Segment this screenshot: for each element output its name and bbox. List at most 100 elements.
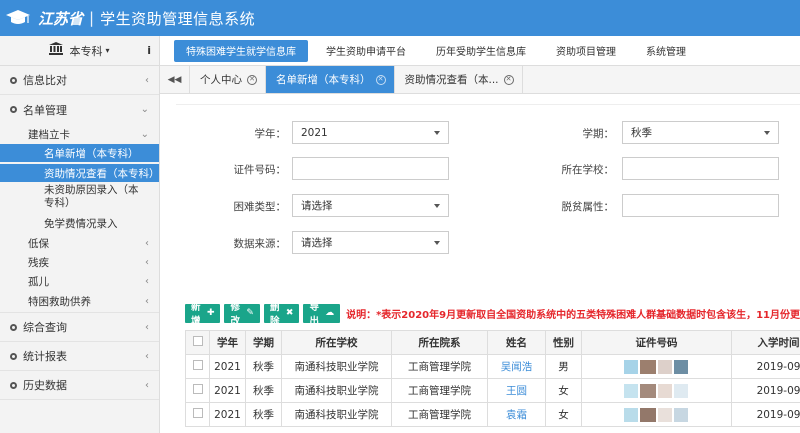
tab-view-aid[interactable]: 资助情况查看（本... ✕ [395,66,523,93]
id-number-input[interactable] [292,157,449,180]
redacted-block [639,407,656,422]
chevron-left-icon: ‹ [145,276,149,287]
cell-name-link[interactable]: 袁霜 [487,402,546,427]
table-toolbar: 新增 ✚ 修改 ✎ 删除 ✖ 导出 ☁ 说明：*表示2020年9月更新取自全国资… [185,302,800,327]
sidebar-subitem-orphan[interactable]: 孤儿 ‹ [0,272,159,291]
plus-icon: ✚ [206,308,215,318]
sidebar-subitem-low-income[interactable]: 低保 ‹ [0,234,159,253]
nav-aid-projects[interactable]: 资助项目管理 [544,40,628,62]
cell-dept: 工商管理学院 [391,378,488,403]
select-all-checkbox[interactable] [192,336,203,346]
poverty-attr-input[interactable] [622,194,779,217]
col-term[interactable]: 学期 [245,330,282,355]
nav-aid-application[interactable]: 学生资助申请平台 [314,40,418,62]
year-label: 学年： [254,128,287,140]
cell-name-link[interactable]: 吴闻浩 [487,354,546,379]
tab-label: 个人中心 [200,74,242,86]
cell-term: 秋季 [245,354,282,379]
chevron-down-icon: ⌄ [140,104,149,115]
cell-year: 2021 [209,378,246,403]
close-icon[interactable]: ✕ [247,74,257,85]
sidebar-item-history[interactable]: 历史数据 ‹ [0,371,159,400]
table-row[interactable]: 2021 秋季 南通科技职业学院 工商管理学院 袁霜 女 2019-09 [185,402,800,427]
add-button[interactable]: 新增 ✚ [185,302,221,327]
nav-system-management[interactable]: 系统管理 [634,40,698,62]
row-checkbox[interactable] [192,384,203,394]
nav-history-aided[interactable]: 历年受助学生信息库 [424,40,538,62]
row-select-cell[interactable] [185,402,210,427]
col-gender[interactable]: 性别 [545,330,582,355]
row-checkbox[interactable] [192,360,203,370]
circle-icon [10,106,17,113]
sidebar-item-label: 信息比对 [23,74,67,87]
redacted-block [673,383,688,398]
redacted-block [639,383,656,398]
export-button-label: 导出 [309,302,319,327]
header-divider: | [89,9,95,27]
sidebar-item-reports[interactable]: 统计报表 ‹ [0,342,159,371]
close-icon[interactable]: ✕ [375,74,386,85]
close-icon[interactable]: ✕ [503,74,514,85]
row-select-cell[interactable] [185,354,210,379]
select-all-cell[interactable] [185,330,210,355]
col-name[interactable]: 姓名 [487,330,546,355]
col-school[interactable]: 所在学校 [281,330,392,355]
term-select-value: 秋季 [631,127,652,139]
double-chevron-left-icon[interactable]: ◀◀ [160,66,190,93]
chevron-down-icon: ⌄ [140,128,149,140]
sidebar-subitem-special-relief[interactable]: 特困救助供养 ‹ [0,291,159,313]
info-icon[interactable]: i [147,44,151,57]
search-form: 学年： 2021 学期： 秋季 证件号码： 所在学校： 困难类型： 请选择 脱贫… [176,104,800,294]
table-row[interactable]: 2021 秋季 南通科技职业学院 工商管理学院 吴闻浩 男 2019-09 [185,354,800,379]
id-number-label: 证件号码： [233,164,287,176]
cell-year: 2021 [209,402,246,427]
caret-down-icon [764,131,770,135]
term-label: 学期： [582,128,615,140]
tab-add-list[interactable]: 名单新增（本专科） ✕ [266,66,395,93]
tab-bar: ◀◀ 个人中心 ✕ 名单新增（本专科） ✕ 资助情况查看（本... ✕ [160,66,800,94]
sidebar-item-query[interactable]: 综合查询 ‹ [0,313,159,342]
sidebar-subitem-disability[interactable]: 残疾 ‹ [0,253,159,272]
tab-label: 资助情况查看（本... [404,74,499,86]
hardship-type-select[interactable]: 请选择 [292,194,449,217]
level-selector[interactable]: 本专科 ▾ i [0,36,159,66]
col-dept[interactable]: 所在院系 [391,330,488,355]
chevron-left-icon: ‹ [145,350,149,362]
sidebar-subitem-archive[interactable]: 建档立卡 ⌄ [0,124,159,144]
col-id-number[interactable]: 证件号码 [581,330,732,355]
cell-school: 南通科技职业学院 [281,354,392,379]
redacted-block [657,383,672,398]
year-select[interactable]: 2021 [292,121,449,144]
sidebar-item-label: 历史数据 [23,379,67,392]
data-source-label: 数据来源： [233,238,287,250]
cell-name-link[interactable]: 王圆 [487,378,546,403]
circle-icon [10,76,17,84]
row-checkbox[interactable] [192,408,203,418]
graduation-cap-icon [0,0,36,36]
row-select-cell[interactable] [185,378,210,403]
sidebar-item-compare[interactable]: 信息比对 ‹ [0,66,159,95]
nav-special-students[interactable]: 特殊困难学生就学信息库 [174,39,308,62]
delete-button[interactable]: 删除 ✖ [263,302,300,327]
term-select[interactable]: 秋季 [622,121,779,144]
level-selector-label: 本专科 [69,44,103,58]
tab-personal-center[interactable]: 个人中心 ✕ [190,66,266,93]
sidebar-leaf-tuition-waiver[interactable]: 免学费情况录入 [0,212,159,234]
cell-enroll: 2019-09 [731,354,800,379]
col-year[interactable]: 学年 [209,330,246,355]
edit-button[interactable]: 修改 ✎ [224,302,260,327]
data-source-select[interactable]: 请选择 [292,231,449,254]
export-button[interactable]: 导出 ☁ [303,302,341,327]
chevron-left-icon: ‹ [145,379,149,391]
poverty-attr-label: 脱贫属性： [561,201,615,213]
school-input[interactable] [622,157,779,180]
redacted-block [657,407,672,422]
table-row[interactable]: 2021 秋季 南通科技职业学院 工商管理学院 王圆 女 2019-09 [185,378,800,403]
sidebar-leaf-unaided-reason[interactable]: 未资助原因录入（本专科） [0,182,159,212]
sidebar-item-label: 特困救助供养 [28,296,91,308]
sidebar-leaf-view-aid[interactable]: 资助情况查看（本专科） [0,164,159,182]
sidebar-item-list-management[interactable]: 名单管理 ⌄ [0,95,159,124]
col-enroll[interactable]: 入学时间 [731,330,800,355]
sidebar-leaf-add-list[interactable]: 名单新增（本专科） [0,144,159,162]
cell-gender: 女 [545,378,582,403]
